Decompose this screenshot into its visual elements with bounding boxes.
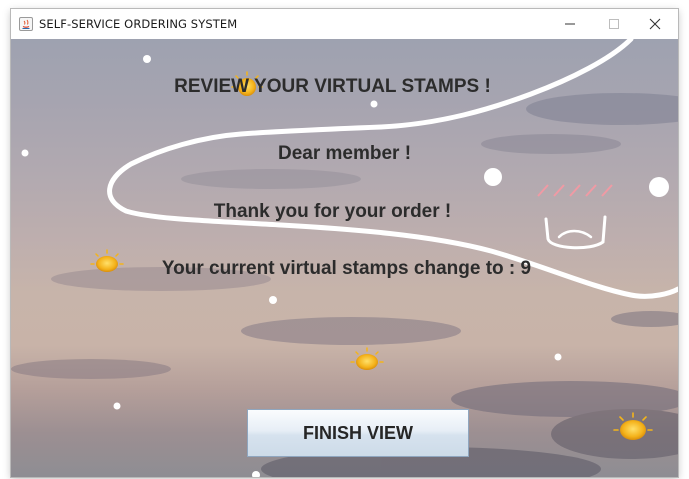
close-button[interactable] [632,9,678,39]
title-bar[interactable]: SELF-SERVICE ORDERING SYSTEM [11,9,678,39]
stamps-count-text: Your current virtual stamps change to : … [161,258,532,279]
sun-icon [350,347,384,370]
finish-view-button[interactable]: FINISH VIEW [247,409,469,457]
thanks-text: Thank you for your order ! [213,201,452,222]
java-app-icon [19,17,33,31]
minimize-icon [565,23,575,25]
close-icon [649,18,661,30]
maximize-button[interactable] [591,9,637,39]
review-headline: REVIEW YOUR VIRTUAL STAMPS ! [174,76,491,97]
window-title: SELF-SERVICE ORDERING SYSTEM [39,17,238,31]
content-panel: REVIEW YOUR VIRTUAL STAMPS ! Dear member… [11,39,678,477]
greeting-text: Dear member ! [277,143,412,164]
minimize-button[interactable] [547,9,593,39]
maximize-icon [609,19,619,29]
app-window: SELF-SERVICE ORDERING SYSTEM REVIEW YOUR… [11,9,678,477]
